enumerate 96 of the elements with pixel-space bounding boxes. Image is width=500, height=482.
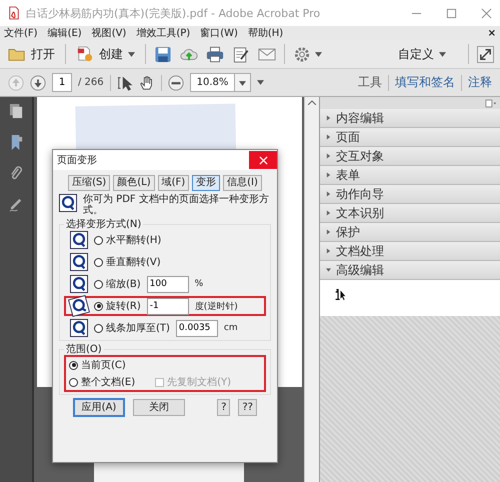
next-page-icon[interactable]	[30, 74, 46, 90]
dialog-title: 页面变形	[57, 154, 97, 167]
pages-icon[interactable]	[8, 103, 24, 120]
dialog-button[interactable]: 应用(A)	[73, 398, 125, 417]
text-cursor-tool-icon[interactable]	[334, 288, 347, 301]
transform-icon	[68, 294, 90, 318]
caret-icon	[326, 191, 331, 197]
signature-pen-icon[interactable]	[8, 196, 24, 213]
create-button[interactable]: 创建	[74, 44, 137, 64]
caret-icon	[326, 210, 331, 216]
scrollbar[interactable]	[304, 97, 319, 482]
dialog-tab[interactable]: 压缩(S)	[68, 175, 110, 191]
edit-document-icon[interactable]	[232, 46, 250, 62]
unit-label: %	[194, 279, 204, 289]
caret-icon	[326, 229, 331, 235]
open-button[interactable]: 打开	[6, 44, 57, 64]
folder-icon	[8, 46, 26, 62]
transform-icon	[70, 231, 88, 249]
panel-section[interactable]: 文档处理	[320, 242, 500, 261]
save-icon[interactable]	[154, 46, 172, 62]
dialog-tab[interactable]: 颜色(L)	[113, 175, 155, 191]
dialog-tab[interactable]: 变形	[192, 175, 220, 191]
group-label: 范围(O)	[65, 344, 103, 355]
panel-section[interactable]: 页面	[320, 128, 500, 147]
close-button[interactable]	[249, 151, 277, 169]
value-field[interactable]: -1	[146, 298, 189, 314]
paperclip-icon[interactable]	[8, 165, 24, 182]
panel-tab[interactable]: 填写和签名	[395, 74, 455, 91]
panel-section[interactable]: 文本识别	[320, 204, 500, 223]
caret-icon[interactable]	[239, 81, 246, 86]
caret-icon	[326, 115, 331, 121]
caret-icon	[439, 52, 446, 56]
scroll-up-icon[interactable]	[308, 100, 316, 105]
expand-arrows-icon[interactable]	[477, 46, 494, 62]
caret-icon	[128, 52, 135, 56]
group-label: 选择变形方式(N)	[65, 219, 142, 230]
radio-option[interactable]: 旋转(R)	[94, 299, 141, 313]
caret-icon	[326, 134, 331, 140]
radio-option[interactable]: 水平翻转(H)	[94, 233, 162, 247]
caret-icon	[326, 248, 331, 254]
caret-icon[interactable]	[315, 52, 322, 56]
transform-icon	[70, 253, 88, 271]
panel-tab[interactable]: 工具	[358, 74, 382, 91]
description-text: 你可为 PDF 文档中的页面选择一种变形方式。	[83, 194, 270, 216]
value-field[interactable]: 0.0035	[176, 320, 218, 336]
dialog-button[interactable]: ?	[217, 399, 230, 416]
caret-icon	[326, 267, 331, 273]
envelope-icon[interactable]	[258, 46, 276, 62]
zoom-out-icon[interactable]	[168, 74, 184, 90]
radio-option[interactable]: 垂直翻转(V)	[94, 255, 161, 269]
radio-option[interactable]: 缩放(B)	[94, 277, 141, 291]
transform-icon	[70, 319, 88, 337]
customize-button[interactable]: 自定义	[396, 44, 448, 64]
panel-section[interactable]: 高级编辑	[320, 261, 500, 280]
settings-icon[interactable]	[293, 46, 311, 62]
close-icon	[258, 156, 268, 164]
unit-label: 度(逆时针)	[194, 300, 238, 312]
caret-icon	[326, 153, 331, 159]
menu-item[interactable]: 编辑(E)	[48, 26, 82, 40]
dialog-button[interactable]: 关闭	[133, 399, 185, 416]
hand-icon[interactable]	[138, 74, 155, 90]
dialog-button[interactable]: ??	[238, 399, 257, 416]
page-count: / 266	[78, 77, 104, 88]
menu-item[interactable]: 帮助(H)	[248, 26, 284, 40]
window-title: 白话少林易筋内功(真本)(完美版).pdf - Adobe Acrobat Pro	[26, 6, 322, 20]
caret-icon[interactable]	[257, 80, 264, 85]
select-cursor-icon[interactable]	[116, 74, 133, 90]
panel-options-icon[interactable]	[485, 98, 497, 108]
dialog-tab[interactable]: 域(F)	[158, 175, 190, 191]
panel-section[interactable]: 交互对象	[320, 147, 500, 166]
transform-icon	[59, 194, 77, 212]
maximize-icon[interactable]	[446, 8, 457, 18]
radio-option[interactable]: 当前页(C)	[69, 358, 126, 372]
unit-label: cm	[224, 323, 238, 333]
menu-item[interactable]: 增效工具(P)	[136, 26, 190, 40]
panel-section[interactable]: 表单	[320, 166, 500, 185]
panel-section[interactable]: 保护	[320, 223, 500, 242]
close-document-button[interactable]: ×	[488, 28, 496, 38]
menu-item[interactable]: 视图(V)	[92, 26, 126, 40]
radio-option[interactable]: 整个文档(E)	[69, 375, 136, 389]
menu-item[interactable]: 文件(F)	[4, 26, 38, 40]
new-document-icon	[76, 46, 94, 62]
panel-tab[interactable]: 注释	[468, 74, 492, 91]
page-number-field[interactable]: 1	[52, 73, 72, 92]
close-icon[interactable]	[481, 8, 492, 18]
menu-item[interactable]: 窗口(W)	[200, 26, 238, 40]
panel-section[interactable]: 内容编辑	[320, 109, 500, 128]
pdf-file-icon	[8, 6, 20, 20]
dialog-tab[interactable]: 信息(I)	[223, 175, 262, 191]
radio-option[interactable]: 线条加厚至(T)	[94, 321, 170, 335]
transform-icon	[70, 275, 88, 293]
printer-icon[interactable]	[206, 46, 224, 62]
caret-icon	[326, 172, 331, 178]
zoom-field[interactable]: 10.8%	[190, 73, 252, 92]
panel-section[interactable]: 动作向导	[320, 185, 500, 204]
value-field[interactable]: 100	[146, 276, 189, 292]
